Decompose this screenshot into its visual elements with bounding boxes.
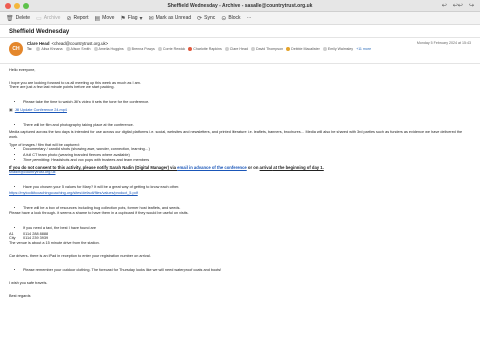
box-paragraph: Please have a look through- it seems a s…	[9, 211, 189, 216]
taxi-table: A1 0114 288 8888 City 0114 239 3939	[9, 232, 471, 241]
list-item: A full CT team photo (wearing branded fl…	[23, 153, 471, 158]
recipient-chip[interactable]: Corrie Rewick	[157, 47, 185, 51]
window-title: Sheffield Wednesday - Archive - sasalle@…	[167, 3, 313, 9]
zoom-window-button[interactable]	[23, 3, 29, 9]
sync-icon: ⟳	[197, 15, 203, 22]
avatar-dot	[286, 47, 291, 51]
flag-icon: ⚑	[120, 15, 126, 22]
forward-icon[interactable]: ↪	[469, 0, 474, 12]
list-item: There will be a box of resources includi…	[23, 206, 471, 211]
avatar-dot	[188, 47, 193, 51]
values-link[interactable]: https://mytoolkitcoachingcoaching.org/si…	[9, 191, 471, 196]
archive-button[interactable]: ▭ Archive	[36, 15, 66, 22]
move-button[interactable]: ▤ Move	[94, 15, 120, 22]
list-item: Have you chosen your 5 values for Mary? …	[23, 185, 471, 190]
sender-name: Clare Head	[27, 41, 50, 46]
trash-icon: 🗑	[6, 15, 14, 22]
car-line: Car drivers- there is an iPad in recepti…	[9, 253, 151, 258]
report-button[interactable]: ⊘ Report	[66, 15, 94, 22]
list-item: If you need a taxi, the best I have foun…	[23, 226, 471, 231]
list-item: There will be film and photography takin…	[23, 123, 471, 128]
sign-off: Best regards	[9, 293, 31, 298]
window-controls: ↩ ↩↩ ↪	[442, 0, 474, 12]
bullet-list: There will be a box of resources includi…	[23, 206, 471, 211]
recipient-list: To: Alisa Khnana Alison Smith Amelia Hug…	[27, 47, 371, 51]
list-item: Time permitting: Headshots and vox pops …	[23, 158, 471, 163]
recipient-chip[interactable]: Debbie Macalister	[286, 47, 320, 51]
toolbar: 🗑 Delete ▭ Archive ⊘ Report ▤ Move ⚑ Flag ▾ ✉ M…	[0, 12, 480, 25]
recipient-chip[interactable]: Brenna Powys	[126, 47, 155, 51]
traffic-lights[interactable]	[5, 3, 29, 9]
greeting: Hello everyone,	[9, 68, 36, 72]
avatar-dot	[250, 47, 255, 51]
avatar-dot	[36, 47, 41, 51]
list-item: Please take the time to watch Jill's vid…	[23, 100, 471, 105]
bullet-list: Have you chosen your 5 values for Mary? …	[23, 185, 471, 190]
archive-icon: ▭	[36, 15, 42, 22]
more-recipients-link[interactable]: +11 more	[356, 47, 371, 51]
recipient-chip[interactable]: David Thompson	[250, 47, 283, 51]
media-paragraph: Media captured across the two days is in…	[9, 130, 463, 139]
block-icon: ⊝	[221, 15, 227, 22]
recipient-chip[interactable]: Emily Walmsley	[322, 47, 353, 51]
sender-email: <chead@countrytrust.org.uk>	[51, 41, 109, 46]
avatar-dot	[93, 47, 98, 51]
bullet-list: There will be film and photography takin…	[23, 123, 471, 128]
close-window-button[interactable]	[5, 3, 11, 9]
attachment-link[interactable]: Jill Update Conference 24.mp4	[15, 108, 67, 113]
avatar: CH	[9, 42, 23, 56]
video-file-icon: ▣	[9, 106, 13, 112]
flag-button[interactable]: ⚑ Flag ▾	[120, 15, 148, 22]
safe-travels: I wish you safe travels.	[9, 281, 48, 286]
to-label: To:	[27, 47, 33, 51]
block-button[interactable]: ⊝ Block	[221, 15, 246, 22]
attachment[interactable]: ▣ Jill Update Conference 24.mp4	[9, 106, 471, 113]
message-body: Hello everyone, I hope you are looking f…	[0, 64, 480, 306]
intro-line: There are just a few last minute points …	[9, 85, 115, 90]
avatar-dot	[224, 47, 229, 51]
recipient-chip[interactable]: Clare Head	[224, 47, 248, 51]
chevron-down-icon: ▾	[139, 15, 143, 22]
mark-unread-button[interactable]: ✉ Mark as Unread	[149, 15, 198, 22]
sender[interactable]: Clare Head <chead@countrytrust.org.uk>	[27, 41, 108, 46]
avatar-dot	[126, 47, 131, 51]
message-subject: Sheffield Wednesday	[0, 25, 480, 38]
list-item: Please remember your outdoor clothing. T…	[23, 268, 471, 273]
bullet-list: Documentary / candid shots (showing awe,…	[23, 147, 471, 162]
window-titlebar: Sheffield Wednesday - Archive - sasalle@…	[0, 0, 480, 12]
consent-email-link[interactable]: snadin@countrytrust.org.uk	[9, 170, 471, 175]
message-date: Monday 5 February 2024 at 15:43	[416, 41, 471, 45]
more-button[interactable]: ···	[247, 15, 258, 21]
bullet-list: Please take the time to watch Jill's vid…	[23, 100, 471, 105]
reply-all-icon[interactable]: ↩↩	[453, 0, 463, 12]
avatar-dot	[65, 47, 70, 51]
venue-line: The venue is about a 15 minute drive fro…	[9, 241, 100, 246]
message-header: CH Clare Head <chead@countrytrust.org.uk…	[0, 38, 480, 64]
list-item: Documentary / candid shots (showing awe,…	[23, 147, 471, 152]
delete-button[interactable]: 🗑 Delete	[6, 15, 36, 22]
recipient-chip[interactable]: Alisa Khnana	[36, 47, 63, 51]
folder-icon: ▤	[94, 15, 101, 22]
avatar-dot	[157, 47, 162, 51]
envelope-icon: ✉	[148, 15, 154, 22]
recipient-chip[interactable]: Amelia Huggins	[93, 47, 124, 51]
reply-icon[interactable]: ↩	[442, 0, 447, 12]
recipient-chip[interactable]: Alison Smith	[65, 47, 91, 51]
minimize-window-button[interactable]	[14, 3, 20, 9]
sync-button[interactable]: ⟳ Sync	[197, 15, 221, 22]
bullet-list: If you need a taxi, the best I have foun…	[23, 226, 471, 231]
report-icon: ⊘	[66, 15, 72, 22]
recipient-chip[interactable]: Charlotte Rapkins	[188, 47, 222, 51]
bullet-list: Please remember your outdoor clothing. T…	[23, 268, 471, 273]
avatar-dot	[322, 47, 327, 51]
